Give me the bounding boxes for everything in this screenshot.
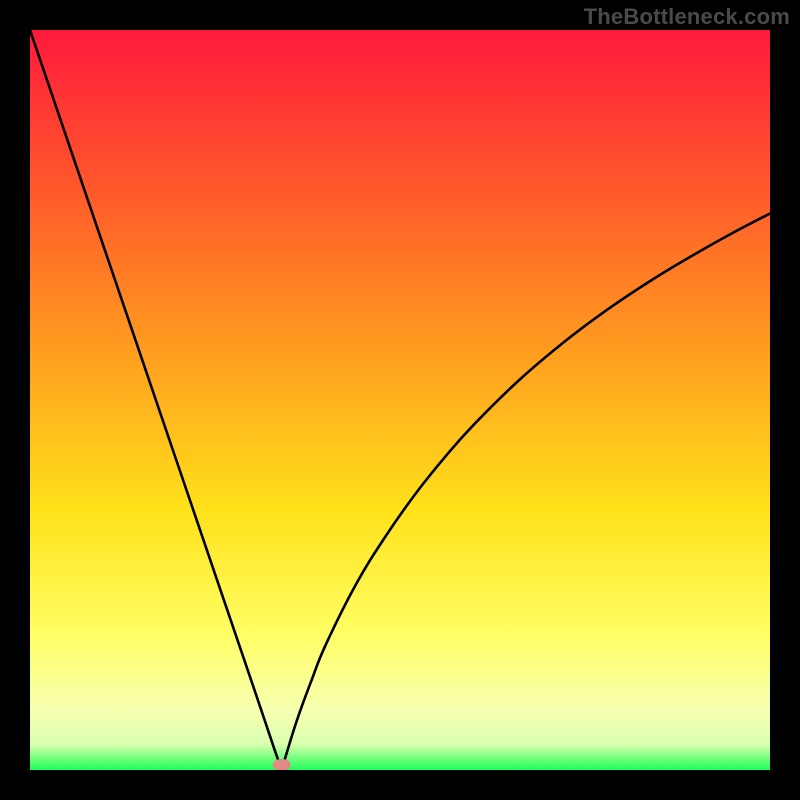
- plot-area: [30, 30, 770, 770]
- watermark-text: TheBottleneck.com: [584, 4, 790, 30]
- chart-svg: [30, 30, 770, 770]
- chart-frame: TheBottleneck.com: [0, 0, 800, 800]
- gradient-background: [30, 30, 770, 770]
